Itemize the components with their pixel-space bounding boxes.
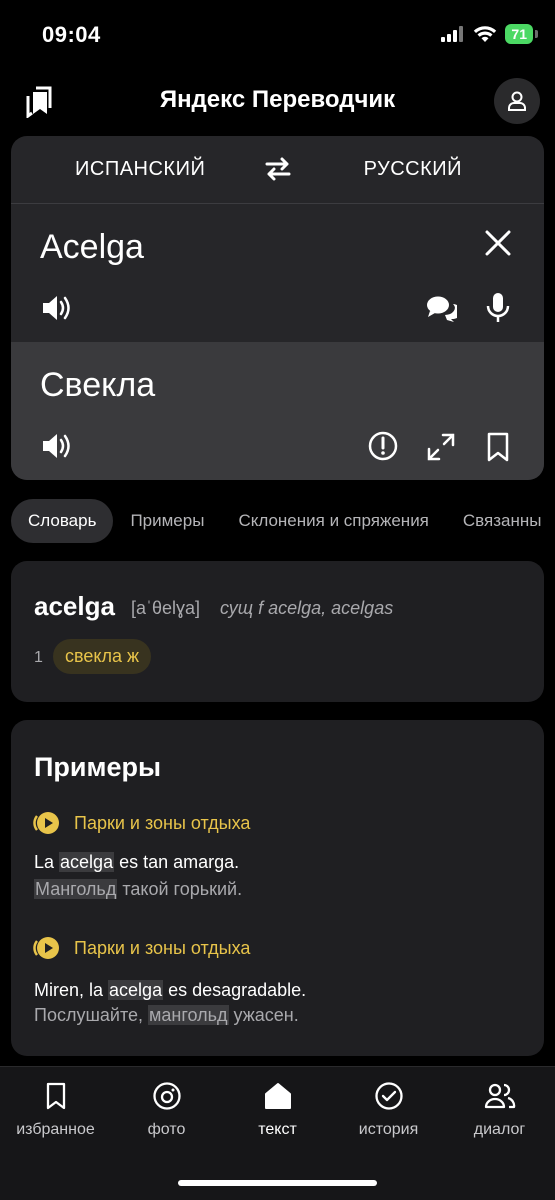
example-source[interactable]: Парки и зоны отдыха <box>32 935 250 961</box>
source-language-button[interactable]: ИСПАНСКИЙ <box>75 158 205 181</box>
source-text[interactable]: Acelga <box>40 228 144 267</box>
dictionary-tabs: Словарь Примеры Склонения и спряжения Св… <box>11 498 555 544</box>
example-highlight: acelga <box>59 852 115 872</box>
nav-dialog[interactable]: диалог <box>444 1081 555 1139</box>
example-highlight: acelga <box>108 980 164 1000</box>
nav-label: диалог <box>473 1121 526 1138</box>
entry-number: 1 <box>34 649 43 666</box>
fullscreen-icon[interactable] <box>427 433 455 461</box>
dictionary-card: acelga [aˈθelɣa] сущ f acelga, acelgas 1… <box>11 561 544 702</box>
status-time: 09:04 <box>42 22 101 47</box>
home-indicator[interactable] <box>178 1180 377 1186</box>
conversation-icon[interactable] <box>425 294 457 322</box>
camera-icon <box>152 1082 181 1110</box>
bookmark-icon <box>46 1082 65 1110</box>
dictionary-word: acelga <box>34 591 115 621</box>
play-source-icon <box>33 812 59 834</box>
nav-text[interactable]: текст <box>222 1081 333 1139</box>
chip-gender: ж <box>126 646 140 666</box>
target-language-button[interactable]: РУССКИЙ <box>364 158 462 181</box>
tab-related[interactable]: Связанны <box>446 499 555 543</box>
profile-button[interactable] <box>494 78 540 124</box>
nav-label: текст <box>258 1121 297 1138</box>
translator-card: ИСПАНСКИЙ РУССКИЙ Acelga Свекла <box>11 136 544 480</box>
app-header: Яндекс Переводчик <box>0 72 555 132</box>
transcription: [aˈθelɣa] <box>131 598 201 618</box>
status-bar: 09:04 71 <box>0 0 555 70</box>
language-row: ИСПАНСКИЙ РУССКИЙ <box>11 136 544 204</box>
chip-translation: свекла <box>65 646 122 666</box>
battery-indicator: 71 <box>505 24 538 44</box>
history-icon <box>374 1082 403 1110</box>
example-highlight: мангольд <box>148 1005 229 1025</box>
nav-photo[interactable]: фото <box>111 1081 222 1139</box>
tab-examples[interactable]: Примеры <box>113 499 221 543</box>
microphone-icon[interactable] <box>486 292 510 324</box>
nav-favorites[interactable]: избранное <box>0 1081 111 1139</box>
example-sentence: La acelga es tan amarga. <box>34 852 240 872</box>
tab-declensions[interactable]: Склонения и спряжения <box>221 499 445 543</box>
example-source[interactable]: Парки и зоны отдыха <box>32 810 250 836</box>
examples-card: Примеры Парки и зоны отдыха La acelga es… <box>11 720 544 1056</box>
home-icon <box>264 1083 291 1109</box>
speaker-icon[interactable] <box>41 294 73 322</box>
nav-label: история <box>358 1121 419 1138</box>
example-translation: Мангольд такой горький. <box>34 879 243 899</box>
translation-area: Свекла <box>11 342 544 480</box>
source-text-area[interactable]: Acelga <box>11 204 544 342</box>
profile-icon <box>508 91 526 111</box>
nav-label: фото <box>147 1121 186 1138</box>
examples-title: Примеры <box>34 752 162 782</box>
report-error-icon[interactable] <box>368 431 398 461</box>
play-source-icon <box>33 937 59 959</box>
example-highlight: Мангольд <box>34 879 118 899</box>
translation-text: Свекла <box>40 366 156 404</box>
nav-label: избранное <box>16 1121 95 1138</box>
speaker-icon[interactable] <box>41 432 73 460</box>
clear-icon[interactable] <box>484 229 512 257</box>
part-of-speech: сущ f acelga, acelgas <box>220 598 394 618</box>
example-source-label: Парки и зоны отдыха <box>74 812 251 833</box>
bookmark-icon[interactable] <box>486 432 510 462</box>
example-sentence: Miren, la acelga es desagradable. <box>34 980 307 1000</box>
nav-history[interactable]: история <box>333 1081 444 1139</box>
status-icons: 71 <box>441 24 538 44</box>
example-translation: Послушайте, мангольд ужасен. <box>34 1005 299 1025</box>
signal-icon <box>441 26 464 42</box>
dialog-icon <box>484 1083 515 1109</box>
swap-languages-icon[interactable] <box>263 156 293 182</box>
example-source-label: Парки и зоны отдыха <box>74 937 251 958</box>
translation-chip[interactable]: свекла ж <box>53 639 152 674</box>
tab-dictionary[interactable]: Словарь <box>11 499 114 543</box>
app-title: Яндекс Переводчик <box>159 86 396 113</box>
wifi-icon <box>474 26 497 42</box>
